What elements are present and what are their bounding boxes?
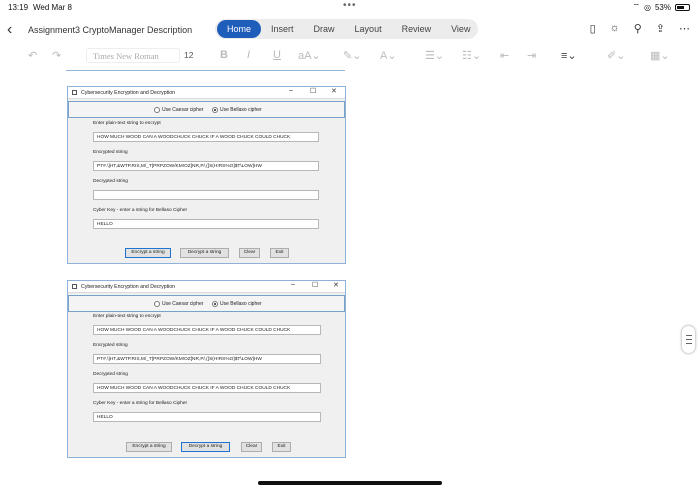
search-icon[interactable]: ⚲ [634,22,642,35]
battery-icon [675,3,690,11]
status-bar: 13:19 Wed Mar 8 ••• ⌔ ◎ 53% [0,0,700,14]
radio-caesar-dot-icon [154,107,160,113]
radio-caesar-label: Use Caesar cipher [162,107,204,113]
cyber-key-input[interactable]: HELLO [93,412,321,422]
font-name-field[interactable]: Times New Roman [86,48,180,63]
exit-button[interactable]: Exit [272,442,291,452]
cyber-key-input[interactable]: HELLO [93,219,319,229]
headphones-icon: ◎ [644,2,651,12]
decrypted-label: Decrypted string [93,179,128,184]
text-effects-icon[interactable]: aA⌄ [298,49,321,62]
underline-icon[interactable]: U [273,49,281,61]
minimize-icon[interactable]: – [291,281,295,288]
battery-percent: 53% [654,2,671,12]
italic-icon[interactable]: I [247,49,250,61]
window-titlebar: Cybersecurity Encryption and Decryption … [68,87,345,99]
cyber-key-label: Cyber Key - enter a string for Bellaso C… [93,208,188,213]
window-title: Cybersecurity Encryption and Decryption [81,284,175,290]
app-nav: ‹ Assignment3 CryptoManager Description … [0,17,700,45]
cipher-selector: Use Caesar cipher Use Bellaso cipher [68,295,345,312]
tab-view[interactable]: View [441,20,480,38]
close-icon[interactable]: ✕ [333,281,339,289]
plain-text-label: Enter plain-text string to encrypt [93,121,161,126]
encrypted-field[interactable]: PT#.\]HT,&WTP.RIS,M/_T[PRPZOW/KM!OZ[NR,P… [93,354,321,364]
radio-caesar[interactable]: Use Caesar cipher [154,107,203,113]
decrypted-label: Decrypted string [93,372,128,377]
encrypted-label: Encrypted string [93,150,128,155]
exit-button[interactable]: Exit [270,248,289,258]
decrypted-field[interactable] [93,190,319,200]
share-icon[interactable]: ⇪ [656,22,665,35]
draw-pen-icon[interactable]: ✐⌄ [607,49,625,62]
plain-text-input[interactable]: HOW MUCH WOOD CAN A WOODCHUCK CHUCK IF A… [93,132,319,142]
encrypt-button[interactable]: Encrypt a string [126,442,172,452]
font-color-icon[interactable]: A⌄ [380,49,397,62]
scroll-handle[interactable] [681,325,696,354]
document-title[interactable]: Assignment3 CryptoManager Description [28,25,192,35]
document-page-edge [66,70,345,71]
decrypt-button[interactable]: Decrypt a string [181,442,230,452]
decrypt-button[interactable]: Decrypt a string [180,248,229,258]
window-title: Cybersecurity Encryption and Decryption [81,90,175,96]
radio-caesar[interactable]: Use Caesar cipher [154,301,203,307]
bold-icon[interactable]: B [220,49,228,61]
app-icon [72,284,77,289]
status-date: Wed Mar 8 [33,3,72,12]
tab-insert[interactable]: Insert [261,20,304,38]
redo-icon[interactable]: ↷ [52,49,61,62]
radio-bellaso[interactable]: Use Bellaso cipher [212,301,262,307]
numbering-icon[interactable]: ☷⌄ [462,49,481,62]
decrypted-field[interactable]: HOW MUCH WOOD CAN A WOODCHUCK CHUCK IF A… [93,383,321,393]
multitask-dots-icon[interactable]: ••• [343,0,357,11]
tab-layout[interactable]: Layout [345,20,392,38]
plain-text-input[interactable]: HOW MUCH WOOD CAN A WOODCHUCK CHUCK IF A… [93,325,321,335]
status-time: 13:19 [8,3,29,12]
undo-icon[interactable]: ↶ [28,49,37,62]
bullets-icon[interactable]: ☰⌄ [425,49,444,62]
clear-button[interactable]: Clear [239,248,260,258]
tab-review[interactable]: Review [392,20,442,38]
plain-text-label: Enter plain-text string to encrypt [93,314,161,319]
formatting-toolbar: ↶ ↷ Times New Roman 12 B I U aA⌄ ✎⌄ A⌄ ☰… [0,45,700,67]
encrypted-label: Encrypted string [93,343,128,348]
styles-icon[interactable]: ▦⌄ [650,49,670,62]
ribbon-tabs: Home Insert Draw Layout Review View [215,19,478,39]
radio-bellaso-dot-icon [212,107,218,113]
crypto-window-2: Cybersecurity Encryption and Decryption … [67,280,346,458]
paragraph-align-icon[interactable]: ≡⌄ [561,49,577,62]
radio-bellaso-dot-icon [212,301,218,307]
more-icon[interactable]: ⋯ [679,22,690,35]
window-titlebar: Cybersecurity Encryption and Decryption … [68,281,345,293]
back-chevron-icon[interactable]: ‹ [7,21,12,39]
minimize-icon[interactable]: – [289,87,293,94]
app-icon [72,90,77,95]
phone-view-icon[interactable]: ▯ [590,22,596,35]
encrypted-field[interactable]: PT#.\]HT,&WTP.RIS,M/_T[PRPZOW/KM!OZ[NR,P… [93,161,319,171]
maximize-icon[interactable]: ☐ [310,87,316,95]
tab-home[interactable]: Home [217,20,262,38]
radio-bellaso-label: Use Bellaso cipher [220,107,262,113]
radio-bellaso-label: Use Bellaso cipher [220,301,262,307]
nav-right-tools: ▯ ☼ ⚲ ⇪ ⋯ [590,22,690,35]
highlight-icon[interactable]: ✎⌄ [343,49,361,62]
tab-draw[interactable]: Draw [304,20,345,38]
close-icon[interactable]: ✕ [331,87,337,95]
wifi-icon: ⌔ [632,2,640,11]
radio-bellaso[interactable]: Use Bellaso cipher [212,107,262,113]
increase-indent-icon[interactable]: ⇥ [527,49,536,62]
clear-button[interactable]: Clear [241,442,262,452]
maximize-icon[interactable]: ☐ [312,281,318,289]
crypto-window-1: Cybersecurity Encryption and Decryption … [67,86,346,264]
home-indicator[interactable] [258,481,442,485]
cyber-key-label: Cyber Key - enter a string for Bellaso C… [93,401,188,406]
radio-caesar-dot-icon [154,301,160,307]
font-size-field[interactable]: 12 [184,48,206,63]
radio-caesar-label: Use Caesar cipher [162,301,204,307]
lightbulb-icon[interactable]: ☼ [610,22,620,35]
encrypt-button[interactable]: Encrypt a string [125,248,171,258]
cipher-selector: Use Caesar cipher Use Bellaso cipher [68,101,345,118]
status-right: ⌔ ◎ 53% [632,2,690,12]
decrease-indent-icon[interactable]: ⇤ [500,49,509,62]
